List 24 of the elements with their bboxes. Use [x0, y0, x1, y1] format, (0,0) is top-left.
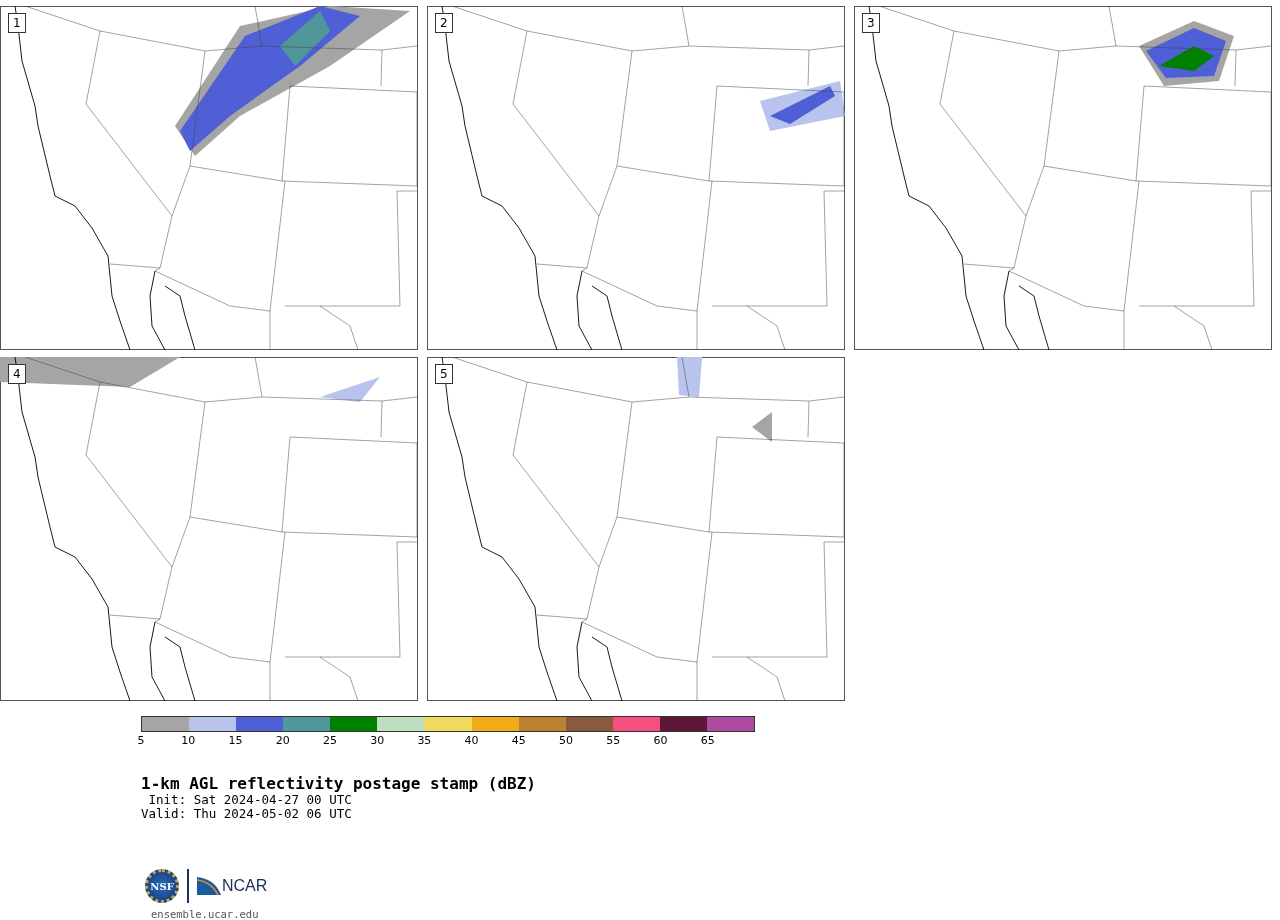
tick-label: 60: [653, 734, 668, 748]
tick-label: 15: [228, 734, 243, 748]
chart-title: 1-km AGL reflectivity postage stamp (dBZ): [141, 775, 537, 793]
init-time: Init: Sat 2024-04-27 00 UTC: [147, 793, 353, 807]
tick-label: 45: [511, 734, 526, 748]
panel-number: 2: [435, 13, 453, 33]
panel-number: 5: [435, 364, 453, 384]
ncar-logo: NCAR: [197, 877, 268, 895]
tick-label: 10: [181, 734, 196, 748]
tick-label: 65: [700, 734, 715, 748]
tick-label: 55: [606, 734, 621, 748]
tick-label: 20: [275, 734, 290, 748]
tick-label: 50: [559, 734, 574, 748]
tick-label: 30: [370, 734, 385, 748]
tick-label: 40: [464, 734, 479, 748]
panel-number: 4: [8, 364, 26, 384]
panel-number: 1: [8, 13, 26, 33]
tick-label: 5: [137, 734, 145, 748]
panel-number: 3: [862, 13, 880, 33]
tick-label: 35: [417, 734, 432, 748]
tick-label: 25: [322, 734, 337, 748]
valid-time: Valid: Thu 2024-05-02 06 UTC: [141, 807, 353, 821]
website-url: ensemble.ucar.edu: [151, 908, 260, 920]
nsf-logo: NSF: [145, 869, 179, 903]
